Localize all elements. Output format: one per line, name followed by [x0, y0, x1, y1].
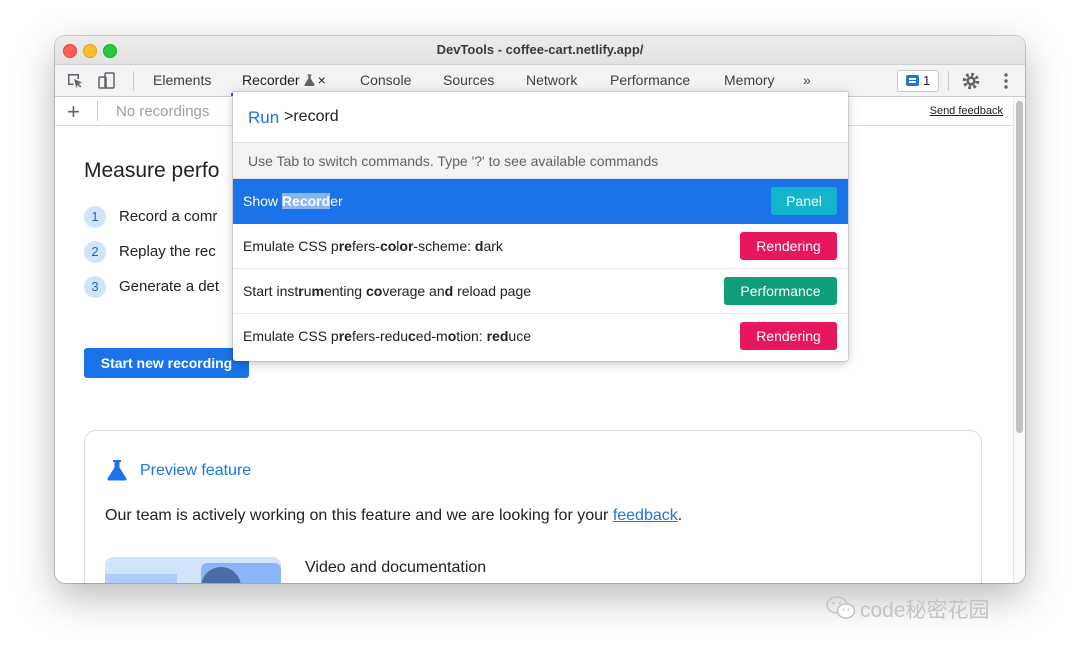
preview-feature-card: Preview feature Our team is actively wor…	[84, 430, 982, 583]
command-hint-text: Use Tab to switch commands. Type '?' to …	[248, 153, 659, 169]
command-input[interactable]: Run >record	[233, 92, 848, 143]
gear-icon[interactable]	[961, 71, 981, 91]
command-hint: Use Tab to switch commands. Type '?' to …	[233, 143, 848, 179]
more-options-icon[interactable]	[996, 71, 1016, 91]
start-new-recording-button[interactable]: Start new recording	[84, 348, 249, 378]
scrollbar-thumb[interactable]	[1016, 101, 1023, 433]
toolbar-divider	[133, 71, 134, 91]
step-item: 1 Record a comr	[84, 206, 217, 228]
title-bar: DevTools - coffee-cart.netlify.app/	[55, 36, 1025, 65]
command-item-emulate-reduced-motion[interactable]: Emulate CSS prefers-reduced-motion: redu…	[233, 314, 848, 358]
step-item: 3 Generate a det	[84, 276, 219, 298]
send-feedback-link[interactable]: Send feedback	[930, 105, 1003, 117]
preview-feature-title: Preview feature	[140, 462, 252, 479]
command-label: Show Recorder	[243, 193, 343, 209]
command-category-badge: Rendering	[740, 322, 837, 350]
command-item-start-coverage[interactable]: Start instrumenting coverage and reload …	[233, 269, 848, 314]
watermark-text: code秘密花园	[860, 599, 990, 622]
video-documentation-title: Video and documentation	[305, 559, 487, 576]
command-label: Emulate CSS prefers-reduced-motion: redu…	[243, 328, 531, 344]
flask-icon	[303, 74, 315, 86]
more-tabs-button[interactable]: »	[803, 72, 811, 88]
step-number: 3	[84, 276, 106, 298]
command-query[interactable]: >record	[284, 108, 339, 126]
issues-counter-button[interactable]: 1	[897, 70, 939, 92]
step-number: 1	[84, 206, 106, 228]
command-prefix: Run	[248, 108, 280, 127]
close-tab-icon[interactable]: ×	[318, 72, 326, 88]
toolbar-divider	[97, 101, 98, 121]
video-thumbnail[interactable]	[105, 557, 281, 583]
step-number: 2	[84, 241, 106, 263]
command-label: Start instrumenting coverage and reload …	[243, 283, 532, 299]
inspect-element-icon[interactable]	[65, 71, 85, 91]
watermark: code秘密花园	[826, 594, 990, 624]
flask-icon	[107, 460, 127, 481]
add-recording-button[interactable]: +	[67, 99, 80, 125]
step-text: Replay the rec	[119, 243, 216, 260]
tab-performance[interactable]: Performance	[610, 72, 690, 88]
step-text: Generate a det	[119, 278, 220, 295]
window-title: DevTools - coffee-cart.netlify.app/	[436, 42, 644, 57]
command-category-badge: Performance	[724, 277, 837, 305]
tab-network[interactable]: Network	[526, 72, 577, 88]
command-menu: Run >record Use Tab to switch commands. …	[233, 92, 848, 361]
tab-recorder-label: Recorder	[242, 72, 300, 88]
issues-count: 1	[923, 73, 931, 88]
command-item-emulate-color-scheme[interactable]: Emulate CSS prefers-color-scheme: dark R…	[233, 224, 848, 269]
tab-elements[interactable]: Elements	[153, 72, 211, 88]
command-label: Emulate CSS prefers-color-scheme: dark	[243, 238, 503, 254]
step-item: 2 Replay the rec	[84, 241, 216, 263]
feedback-link[interactable]: feedback	[613, 507, 678, 524]
tab-recorder[interactable]: Recorder ×	[242, 72, 326, 88]
toolbar-divider	[948, 71, 949, 91]
preview-description-text: Our team is actively working on this fea…	[105, 507, 609, 524]
tab-sources[interactable]: Sources	[443, 72, 494, 88]
tab-memory[interactable]: Memory	[724, 72, 775, 88]
issues-icon	[906, 75, 919, 86]
device-toolbar-icon[interactable]	[97, 71, 117, 91]
wechat-icon	[826, 596, 856, 619]
command-item-show-recorder[interactable]: Show Recorder Panel	[233, 179, 848, 224]
vertical-scrollbar[interactable]	[1013, 97, 1025, 583]
preview-period: .	[677, 507, 683, 524]
preview-description: Our team is actively working on this fea…	[105, 507, 682, 525]
tab-console[interactable]: Console	[360, 72, 411, 88]
page-title: Measure perfo	[84, 159, 220, 182]
command-category-badge: Panel	[771, 187, 837, 215]
recordings-select[interactable]: No recordings	[116, 103, 209, 120]
command-category-badge: Rendering	[740, 232, 837, 260]
step-text: Record a comr	[119, 208, 218, 225]
